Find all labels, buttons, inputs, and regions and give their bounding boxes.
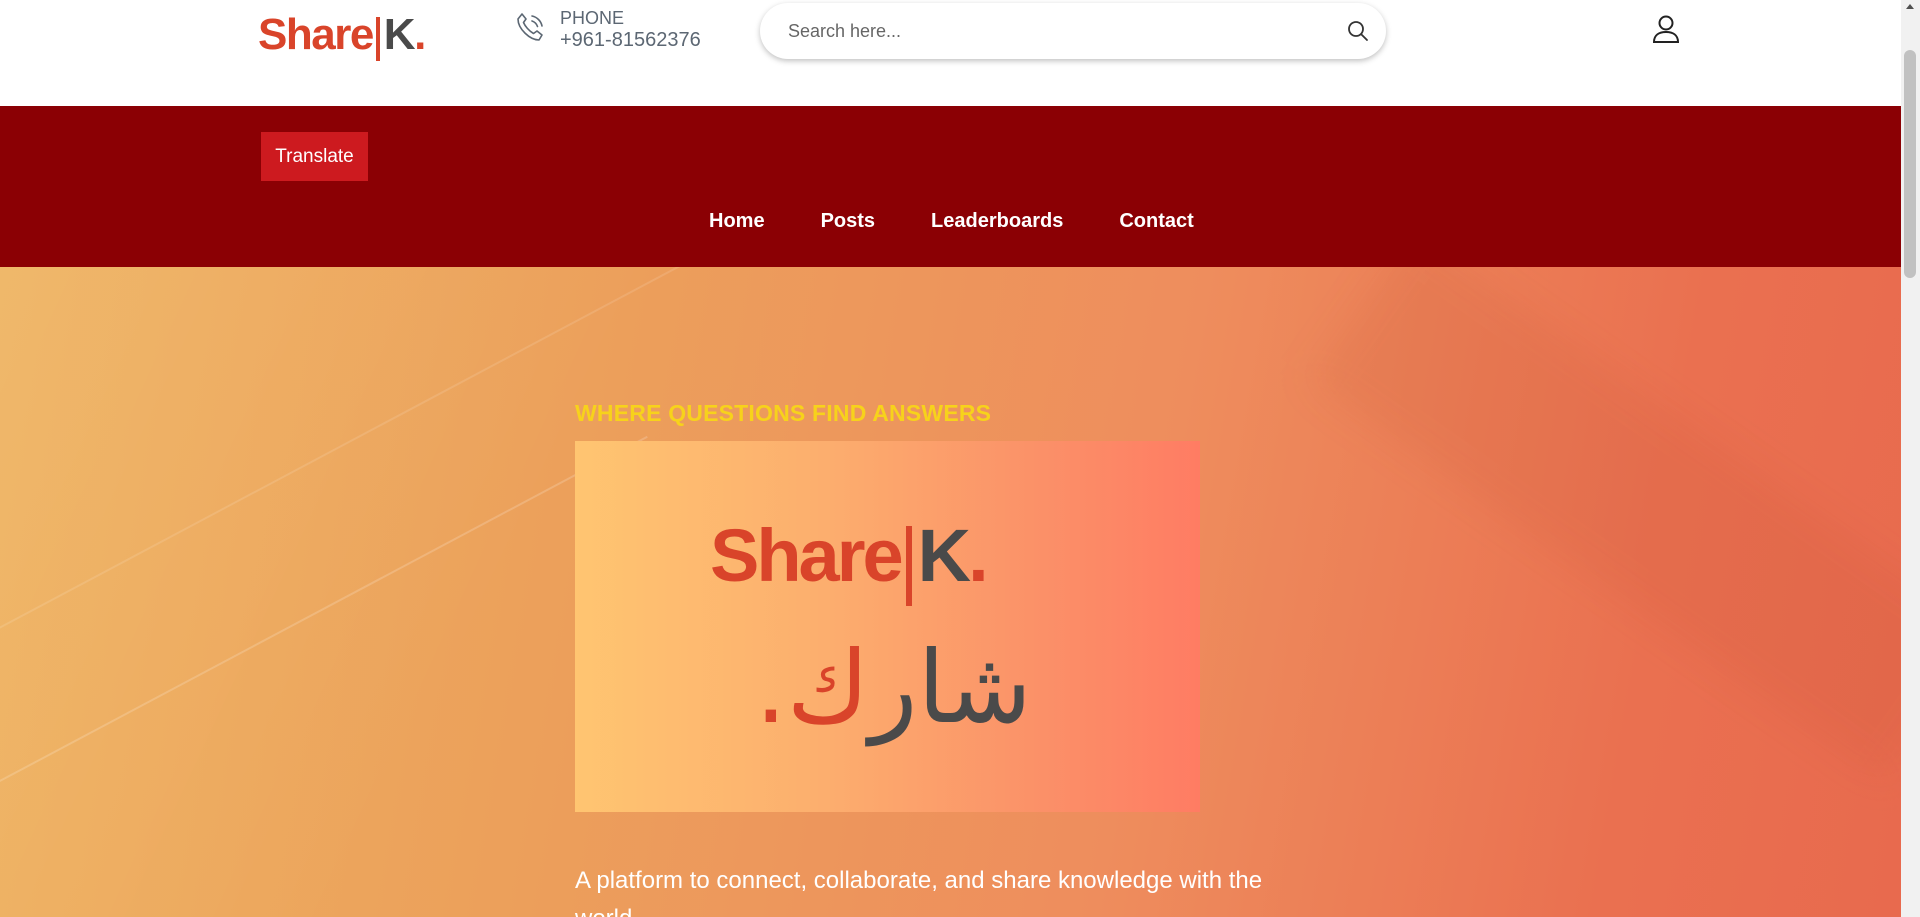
- search-input[interactable]: [786, 19, 1310, 43]
- logo-divider: [375, 17, 380, 61]
- hero-logo-arabic-kaf: ك: [786, 629, 870, 746]
- nav-link-home[interactable]: Home: [709, 210, 765, 233]
- hero-logo-k: K: [917, 514, 971, 597]
- hero-description: A platform to connect, collaborate, and …: [575, 867, 1263, 917]
- main-navigation-band: Translate Home Posts Leaderboards Contac…: [0, 106, 1901, 267]
- main-nav: Home Posts Leaderboards Contact: [709, 210, 1222, 233]
- user-icon[interactable]: [1652, 14, 1680, 44]
- site-logo[interactable]: Share K .: [258, 10, 426, 61]
- phone-contact[interactable]: PHONE +961-81562376: [512, 8, 701, 52]
- hero-logo-image: Share K . شارك.: [575, 441, 1200, 812]
- hero-logo-latin: Share K .: [710, 513, 989, 606]
- hero-logo-arabic-dot: .: [755, 629, 787, 746]
- search-icon[interactable]: [1346, 19, 1370, 43]
- phone-number[interactable]: +961-81562376: [560, 28, 701, 52]
- top-header: Share K . PHONE +961-81562376: [0, 0, 1901, 106]
- background-shadow: [1311, 267, 1901, 782]
- hero-logo-share: Share: [710, 514, 904, 597]
- search-bar: [760, 3, 1386, 59]
- hero-logo-arabic: شارك.: [755, 633, 1032, 743]
- hero-logo-arabic-word: شار: [869, 629, 1032, 746]
- scrollbar-thumb[interactable]: [1904, 50, 1916, 278]
- nav-link-contact[interactable]: Contact: [1119, 210, 1193, 233]
- hero-logo-dot: .: [968, 514, 988, 597]
- nav-link-leaderboards[interactable]: Leaderboards: [931, 210, 1063, 233]
- page: Share K . PHONE +961-81562376 Search her…: [0, 0, 1901, 917]
- hero-logo-divider: [905, 525, 912, 606]
- nav-link-posts[interactable]: Posts: [821, 210, 875, 233]
- logo-dot: .: [414, 10, 426, 59]
- phone-label: PHONE: [560, 8, 625, 28]
- scroll-up-arrow-icon[interactable]: [1906, 4, 1914, 9]
- logo-share-text: Share: [258, 10, 374, 59]
- translate-button[interactable]: Translate: [261, 132, 368, 181]
- background-streak: [0, 435, 648, 861]
- phone-icon: [512, 10, 548, 51]
- page-scrollbar[interactable]: [1901, 0, 1920, 917]
- hero-tagline: WHERE QUESTIONS FIND ANSWERS: [575, 400, 992, 426]
- logo-k-text: K: [383, 10, 416, 59]
- hero-section: WHERE QUESTIONS FIND ANSWERS Share K . ش…: [0, 267, 1901, 917]
